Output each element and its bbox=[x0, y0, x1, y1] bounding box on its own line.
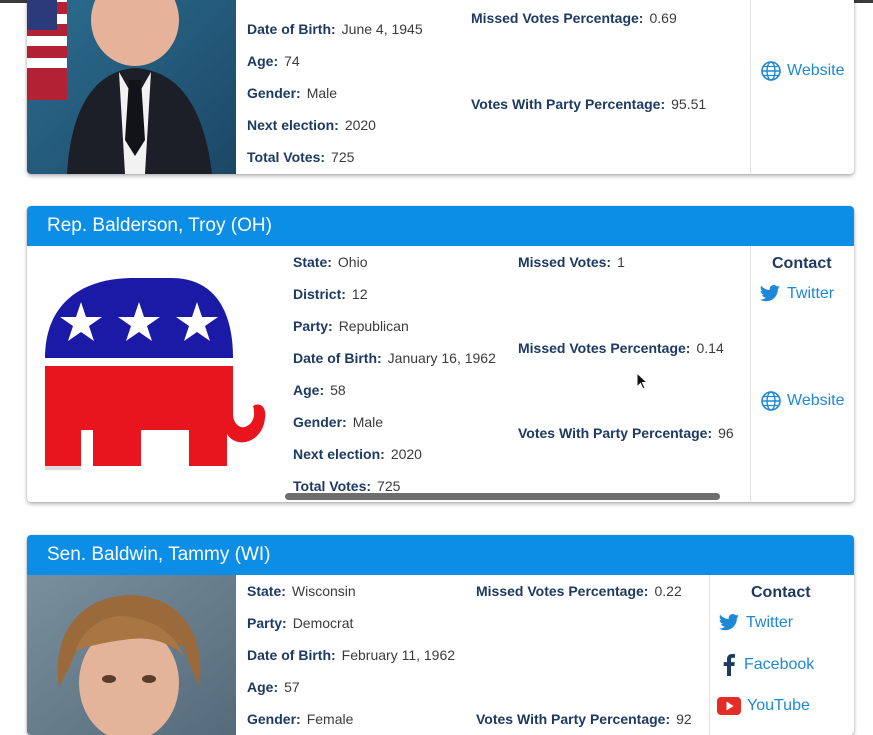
party-logo bbox=[41, 274, 269, 480]
youtube-link[interactable]: YouTube bbox=[717, 697, 810, 715]
field-age: Age: 58 bbox=[293, 382, 346, 398]
twitter-link[interactable]: Twitter bbox=[718, 613, 793, 633]
facebook-icon bbox=[723, 654, 735, 676]
field-votes-with-party-percentage: Votes With Party Percentage: 92 bbox=[476, 711, 692, 727]
horizontal-scrollbar-thumb[interactable] bbox=[285, 493, 720, 500]
field-party: Party: Democrat bbox=[247, 615, 354, 631]
twitter-link[interactable]: Twitter bbox=[759, 284, 834, 304]
twitter-icon bbox=[759, 285, 781, 302]
field-state: State: Ohio bbox=[293, 254, 368, 270]
field-state: State: Wisconsin bbox=[247, 583, 356, 599]
field-total-votes: Total Votes: 725 bbox=[247, 149, 355, 165]
website-link[interactable]: Website bbox=[761, 61, 845, 81]
globe-icon bbox=[761, 391, 781, 411]
card-title: Sen. Baldwin, Tammy (WI) bbox=[27, 535, 854, 575]
field-total-votes: Total Votes: 725 bbox=[293, 478, 401, 494]
field-next-election: Next election: 2020 bbox=[293, 446, 422, 462]
field-votes-with-party-percentage: Votes With Party Percentage: 95.51 bbox=[471, 96, 707, 112]
contact-column: Contact Twitter Website bbox=[750, 246, 854, 502]
member-card: Sen. Baldwin, Tammy (WI) State: Wisconsin… bbox=[27, 535, 854, 735]
member-photo bbox=[27, 575, 236, 735]
member-photo bbox=[27, 0, 236, 174]
field-votes-with-party-percentage: Votes With Party Percentage: 96 bbox=[518, 425, 734, 441]
member-card: Date of Birth: June 4, 1945 Age: 74 Gender… bbox=[27, 0, 854, 174]
field-date-of-birth: Date of Birth: January 16, 1962 bbox=[293, 350, 496, 366]
field-missed-votes: Missed Votes: 1 bbox=[518, 254, 625, 270]
field-date-of-birth: Date of Birth: February 11, 1962 bbox=[247, 647, 456, 663]
field-district: District: 12 bbox=[293, 286, 368, 302]
facebook-link[interactable]: Facebook bbox=[720, 654, 814, 676]
youtube-icon bbox=[717, 697, 741, 715]
field-next-election: Next election: 2020 bbox=[247, 117, 376, 133]
right-fields-clip: Missed Votes: 1 Missed Votes Percentage: 0… bbox=[518, 246, 750, 496]
right-fields-clip: Missed Votes Percentage: 0.22 Votes With … bbox=[476, 575, 709, 735]
field-date-of-birth: Date of Birth: June 4, 1945 bbox=[247, 21, 423, 37]
field-age: Age: 57 bbox=[247, 679, 300, 695]
field-gender: Gender: Female bbox=[247, 711, 354, 727]
contact-heading: Contact bbox=[772, 255, 832, 272]
field-gender: Gender: Male bbox=[247, 85, 338, 101]
twitter-icon bbox=[718, 614, 740, 631]
mouse-cursor-icon bbox=[636, 371, 649, 395]
field-gender: Gender: Male bbox=[293, 414, 384, 430]
field-age: Age: 74 bbox=[247, 53, 300, 69]
member-card: Rep. Balderson, Troy (OH) State: Ohio Dis… bbox=[27, 206, 854, 502]
field-missed-votes-percentage: Missed Votes Percentage: 0.14 bbox=[518, 340, 724, 356]
republican-elephant-icon bbox=[45, 278, 266, 470]
field-missed-votes-percentage: Missed Votes Percentage: 0.22 bbox=[476, 583, 682, 599]
field-party: Party: Republican bbox=[293, 318, 409, 334]
globe-icon bbox=[761, 61, 781, 81]
card-title: Rep. Balderson, Troy (OH) bbox=[27, 206, 854, 246]
website-link[interactable]: Website bbox=[761, 391, 845, 411]
field-missed-votes-percentage: Missed Votes Percentage: 0.69 bbox=[471, 10, 677, 26]
contact-heading: Contact bbox=[751, 584, 811, 601]
contact-column: Contact Twitter Facebook YouTube bbox=[709, 575, 854, 735]
contact-column: Website bbox=[750, 0, 854, 174]
